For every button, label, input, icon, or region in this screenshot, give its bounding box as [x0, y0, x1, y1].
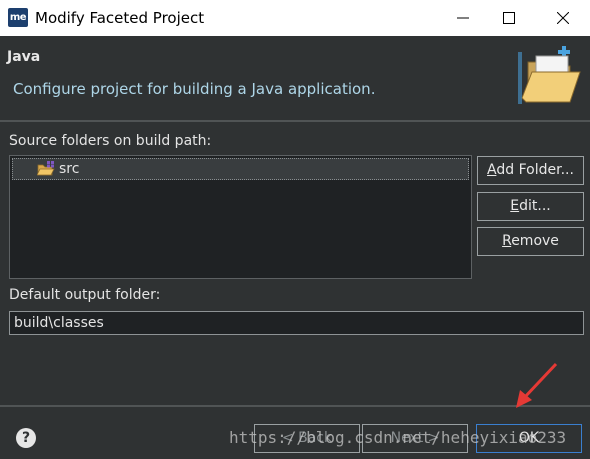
back-button[interactable]: < Back — [254, 424, 360, 453]
page-header: Java Configure project for building a Ja… — [0, 36, 590, 120]
edit-label: dit... — [519, 198, 551, 214]
app-logo-icon: me — [8, 8, 28, 27]
red-arrow-annotation — [516, 362, 558, 408]
edit-button[interactable]: Edit... — [477, 192, 584, 221]
close-icon — [557, 12, 569, 24]
source-folders-label: Source folders on build path: — [9, 133, 212, 149]
next-button[interactable]: Next > — [362, 424, 468, 453]
source-folders-tree[interactable]: src — [9, 155, 472, 279]
window-title: Modify Faceted Project — [35, 9, 205, 27]
maximize-icon — [503, 12, 515, 24]
page-description: Configure project for building a Java ap… — [13, 80, 376, 98]
minimize-icon — [457, 17, 469, 19]
minimize-button[interactable] — [440, 0, 486, 36]
output-folder-label: Default output folder: — [9, 287, 161, 303]
add-folder-mnemonic: A — [487, 162, 497, 178]
output-folder-field[interactable]: build\classes — [9, 311, 584, 335]
header-separator — [0, 120, 590, 122]
add-folder-button[interactable]: Add Folder... — [477, 156, 584, 185]
remove-button[interactable]: Remove — [477, 227, 584, 256]
close-button[interactable] — [540, 0, 586, 36]
help-icon[interactable]: ? — [16, 428, 36, 448]
folder-open-icon — [518, 46, 581, 104]
ok-button[interactable]: OK — [476, 424, 582, 453]
add-folder-label: dd Folder... — [496, 162, 574, 178]
tree-item-src[interactable]: src — [12, 158, 469, 180]
remove-mnemonic: R — [502, 233, 512, 249]
maximize-button[interactable] — [486, 0, 532, 36]
title-bar: me Modify Faceted Project — [0, 0, 590, 36]
package-folder-icon — [37, 161, 55, 176]
remove-label: emove — [511, 233, 559, 249]
page-title: Java — [7, 49, 41, 65]
edit-mnemonic: E — [510, 198, 520, 214]
footer-separator — [0, 405, 590, 407]
tree-item-label: src — [59, 161, 80, 177]
